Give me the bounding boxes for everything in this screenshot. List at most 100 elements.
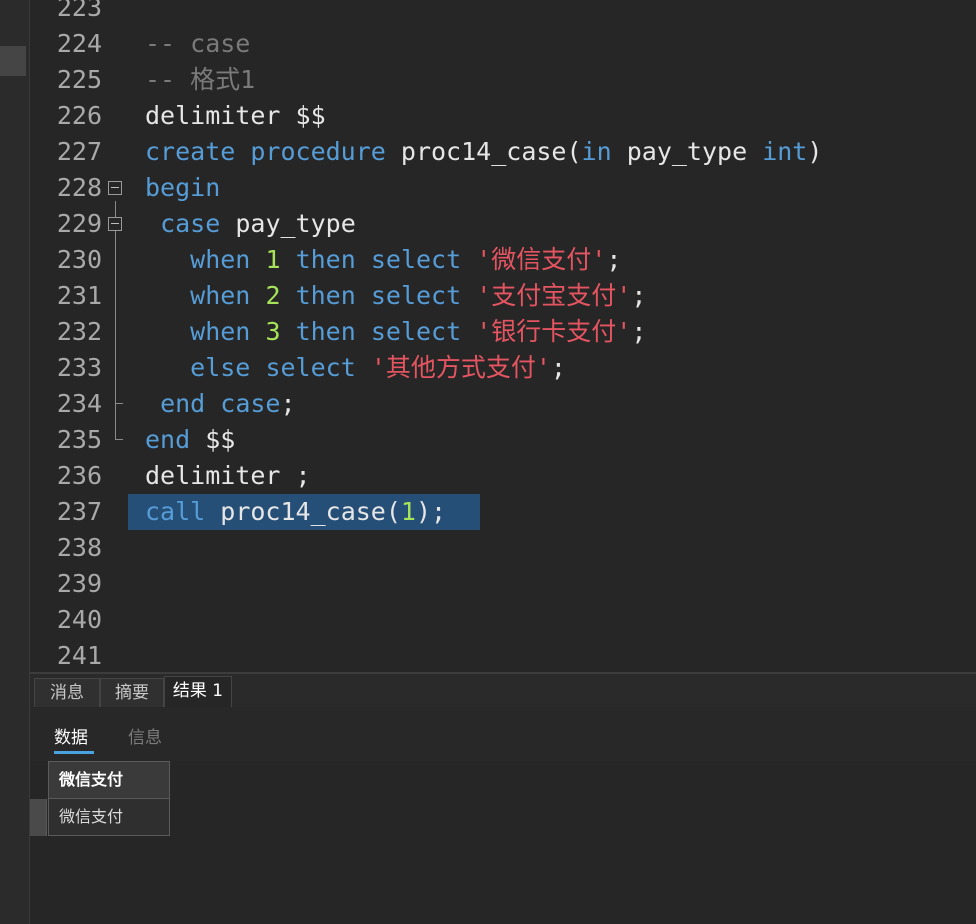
- text-token: (: [566, 137, 582, 166]
- line-number: 225: [56, 65, 102, 94]
- identifier-token: delimiter: [145, 101, 281, 130]
- comment-token: -- 格式1: [145, 65, 256, 94]
- subtab-info[interactable]: 信息: [128, 723, 162, 748]
- code-line[interactable]: 229 case pay_type: [30, 206, 976, 242]
- text-token: );: [415, 497, 447, 526]
- code-line[interactable]: 235 end $$: [30, 422, 976, 458]
- sidebar-marker: [0, 46, 26, 76]
- keyword-token: select: [265, 353, 356, 382]
- code-line[interactable]: 224 -- case: [30, 26, 976, 62]
- code-line[interactable]: 223: [30, 0, 976, 26]
- grid-cell[interactable]: 微信支付: [48, 798, 170, 836]
- code-line[interactable]: 231 when 2 then select '支付宝支付';: [30, 278, 976, 314]
- sql-editor[interactable]: 223 224 -- case 225 -- 格式1 226 delimiter $$ 227…: [30, 0, 976, 670]
- keyword-token: when: [190, 281, 251, 310]
- result-grid[interactable]: 微信支付 微信支付: [30, 761, 976, 924]
- tab-summary[interactable]: 摘要: [100, 678, 164, 708]
- text-token: ;: [606, 245, 622, 274]
- code-text: end case;: [145, 386, 296, 422]
- code-text: create procedure proc14_case(in pay_type…: [145, 134, 822, 170]
- code-line[interactable]: 225 -- 格式1: [30, 62, 976, 98]
- identifier-token: proc14_case: [220, 497, 386, 526]
- keyword-token: call: [145, 497, 206, 526]
- code-line[interactable]: 226 delimiter $$: [30, 98, 976, 134]
- code-line[interactable]: 228 begin: [30, 170, 976, 206]
- keyword-token: select: [370, 245, 462, 274]
- line-number: 234: [56, 389, 102, 418]
- code-text: else select '其他方式支付';: [145, 350, 566, 386]
- code-line[interactable]: 238: [30, 530, 976, 566]
- code-line[interactable]: 230 when 1 then select '微信支付';: [30, 242, 976, 278]
- code-line[interactable]: 233 else select '其他方式支付';: [30, 350, 976, 386]
- fold-toggle-begin[interactable]: [108, 181, 122, 195]
- text-token: ;: [280, 389, 296, 418]
- line-number: 238: [56, 533, 102, 562]
- line-number: 224: [56, 29, 102, 58]
- code-line[interactable]: 239: [30, 566, 976, 602]
- line-number: 235: [56, 425, 102, 454]
- code-text: -- 格式1: [145, 62, 255, 98]
- code-text: begin: [145, 170, 220, 206]
- string-token: '银行卡支付': [476, 317, 632, 346]
- code-text: when 3 then select '银行卡支付';: [145, 314, 646, 350]
- code-text: when 2 then select '支付宝支付';: [145, 278, 646, 314]
- tab-messages[interactable]: 消息: [34, 678, 100, 708]
- code-line[interactable]: 234 end case;: [30, 386, 976, 422]
- line-number: 241: [56, 641, 102, 670]
- text-token: (: [385, 497, 401, 526]
- keyword-token: then: [295, 281, 356, 310]
- keyword-token: select: [370, 281, 462, 310]
- subtab-data[interactable]: 数据: [54, 723, 94, 754]
- code-line[interactable]: 232 when 3 then select '银行卡支付';: [30, 314, 976, 350]
- tab-result-1[interactable]: 结果 1: [164, 676, 232, 708]
- code-line[interactable]: 237 call proc14_case(1);: [30, 494, 976, 530]
- fold-toggle-case[interactable]: [108, 217, 122, 231]
- keyword-token: select: [370, 317, 462, 346]
- line-number: 223: [56, 0, 102, 22]
- string-token: '其他方式支付': [370, 353, 551, 382]
- identifier-token: proc14_case: [400, 137, 567, 166]
- keyword-token: begin: [145, 173, 221, 202]
- code-line[interactable]: 241: [30, 638, 976, 670]
- code-line[interactable]: 240: [30, 602, 976, 638]
- line-number: 237: [56, 497, 102, 526]
- line-number: 228: [56, 173, 102, 202]
- keyword-token: create: [145, 137, 236, 166]
- keyword-token: in: [581, 137, 612, 166]
- line-number: 232: [56, 317, 102, 346]
- line-number: 239: [56, 569, 102, 598]
- code-line[interactable]: 236 delimiter ;: [30, 458, 976, 494]
- line-number: 236: [56, 461, 102, 490]
- number-token: 1: [265, 245, 281, 274]
- code-text: delimiter ;: [145, 458, 311, 494]
- keyword-token: then: [295, 245, 356, 274]
- code-text: -- case: [145, 26, 250, 62]
- keyword-token: then: [295, 317, 356, 346]
- code-line[interactable]: 227 create procedure proc14_case(in pay_t…: [30, 134, 976, 170]
- number-token: 1: [400, 497, 416, 526]
- row-selector[interactable]: [30, 799, 47, 836]
- column-header[interactable]: 微信支付: [48, 761, 170, 799]
- keyword-token: end: [145, 425, 191, 454]
- code-text: when 1 then select '微信支付';: [145, 242, 621, 278]
- keyword-token: procedure: [250, 137, 386, 166]
- keyword-token: when: [190, 317, 251, 346]
